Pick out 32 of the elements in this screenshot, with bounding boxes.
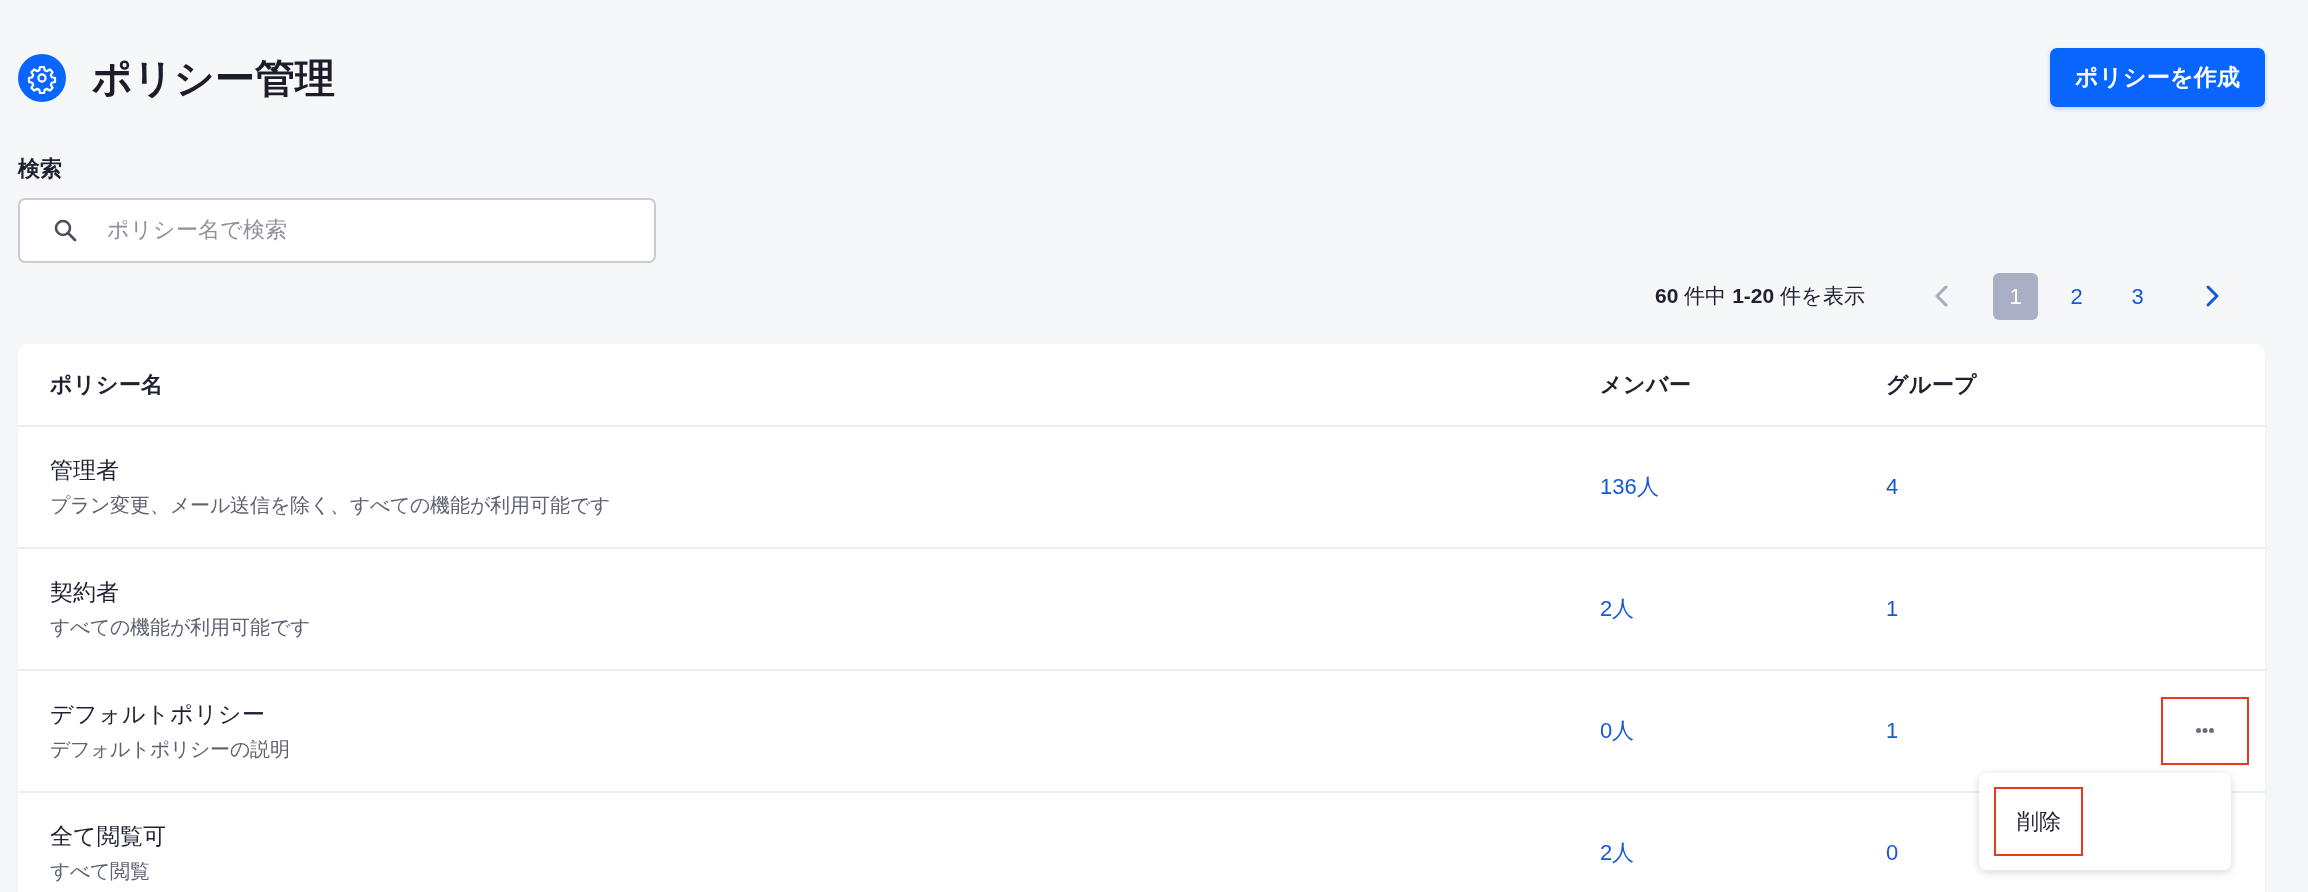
group-count-link[interactable]: 1: [1886, 596, 1899, 622]
policy-name: 契約者: [50, 577, 119, 607]
result-count: 60 件中 1-20 件を表示: [1655, 283, 1865, 310]
page-title: ポリシー管理: [92, 54, 335, 102]
member-count-link[interactable]: 2人: [1600, 840, 1635, 866]
search-field[interactable]: ポリシー名で検索: [18, 197, 656, 263]
policy-name: デフォルトポリシー: [50, 699, 265, 729]
policy-name: 管理者: [50, 455, 119, 485]
member-count-link[interactable]: 2人: [1600, 596, 1635, 622]
delete-menu-item[interactable]: 削除: [1994, 786, 2083, 856]
policy-name: 全て閲覧可: [50, 821, 166, 851]
member-count-link[interactable]: 136人: [1600, 474, 1659, 500]
search-icon: [53, 217, 77, 242]
create-policy-button[interactable]: ポリシーを作成: [2050, 48, 2265, 107]
policy-description: すべての機能が利用可能です: [50, 614, 310, 640]
group-count-link[interactable]: 4: [1886, 474, 1899, 500]
search-label: 検索: [18, 155, 62, 183]
column-header: ポリシー名: [50, 370, 163, 399]
policy-description: プラン変更、メール送信を除く、すべての機能が利用可能です: [50, 492, 610, 518]
page-link[interactable]: 2: [2054, 272, 2099, 320]
ellipsis-icon: [2196, 728, 2214, 734]
page-link[interactable]: 3: [2115, 272, 2160, 320]
group-count-link[interactable]: 1: [1886, 718, 1899, 744]
column-header: メンバー: [1600, 370, 1691, 399]
group-count-link[interactable]: 0: [1886, 840, 1899, 866]
settings-icon: [18, 53, 66, 102]
policy-description: デフォルトポリシーの説明: [50, 736, 290, 762]
policy-description: すべて閲覧: [50, 858, 150, 884]
chevron-right-icon: [2204, 284, 2221, 309]
member-count-link[interactable]: 0人: [1600, 718, 1635, 744]
more-button[interactable]: [2161, 696, 2249, 765]
column-header: グループ: [1886, 370, 1977, 399]
